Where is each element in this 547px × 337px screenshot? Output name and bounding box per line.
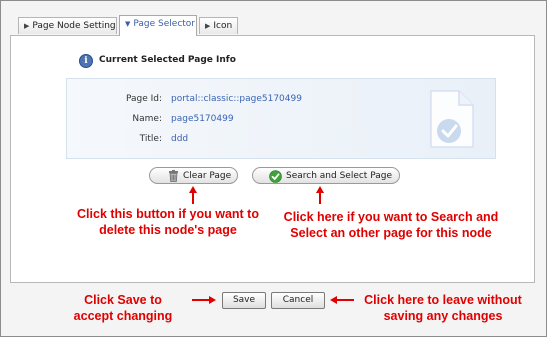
- clear-page-arrow: [192, 192, 194, 204]
- save-button[interactable]: Save: [222, 292, 266, 309]
- search-select-annotation: Click here if you want to Search and Sel…: [256, 209, 526, 241]
- tab-label: Icon: [213, 21, 233, 31]
- page-info-box: Page Id: portal::classic::page5170499 Na…: [66, 78, 496, 159]
- annotation-line: Select an other page for this node: [290, 226, 492, 240]
- page-id-value: portal::classic::page5170499: [171, 94, 302, 104]
- check-icon: [269, 169, 282, 183]
- tab-label: Page Selector: [133, 19, 196, 29]
- title-label: Title:: [139, 134, 162, 144]
- annotation-line: accept changing: [73, 309, 173, 323]
- title-value: ddd: [171, 134, 189, 144]
- tab-arrow-icon: ▶: [205, 22, 211, 30]
- annotation-line: saving any changes: [383, 309, 503, 323]
- info-icon: i: [79, 54, 93, 68]
- save-arrow: [192, 299, 210, 301]
- clear-page-annotation: Click this button if you want to delete …: [48, 206, 288, 238]
- annotation-line: Click Save to: [84, 293, 162, 307]
- search-select-arrow: [319, 192, 321, 204]
- tab-arrow-icon: ▼: [125, 20, 131, 28]
- clear-page-button[interactable]: Clear Page: [149, 167, 238, 184]
- name-value: page5170499: [171, 114, 234, 124]
- clear-page-arrow-head: [189, 186, 197, 193]
- search-select-arrow-head: [316, 186, 324, 193]
- search-select-page-button[interactable]: Search and Select Page: [252, 167, 400, 184]
- cancel-annotation: Click here to leave without saving any c…: [348, 292, 538, 324]
- cancel-button[interactable]: Cancel: [271, 292, 325, 309]
- name-label: Name:: [132, 114, 162, 124]
- cancel-arrow-head: [330, 296, 337, 304]
- clear-page-label: Clear Page: [183, 171, 232, 181]
- info-title: Current Selected Page Info: [99, 55, 236, 65]
- save-annotation: Click Save to accept changing: [58, 292, 188, 324]
- annotation-line: Click this button if you want to: [77, 207, 259, 221]
- annotation-line: Click here to leave without: [364, 293, 522, 307]
- page-selector-panel: i Current Selected Page Info Page Id: po…: [10, 35, 535, 283]
- document-check-icon: [430, 90, 474, 148]
- tab-icon[interactable]: ▶ Icon: [199, 17, 238, 34]
- annotation-line: delete this node's page: [99, 223, 237, 237]
- save-arrow-head: [209, 296, 216, 304]
- page-id-label: Page Id:: [125, 94, 162, 104]
- annotation-line: Click here if you want to Search and: [283, 210, 499, 224]
- search-select-page-label: Search and Select Page: [286, 171, 392, 181]
- tab-page-selector[interactable]: ▼ Page Selector: [119, 15, 197, 36]
- tab-label: Page Node Setting: [32, 21, 116, 31]
- trash-icon: [169, 170, 178, 182]
- tab-page-node-setting[interactable]: ▶ Page Node Setting: [18, 17, 117, 34]
- tab-arrow-icon: ▶: [24, 22, 30, 30]
